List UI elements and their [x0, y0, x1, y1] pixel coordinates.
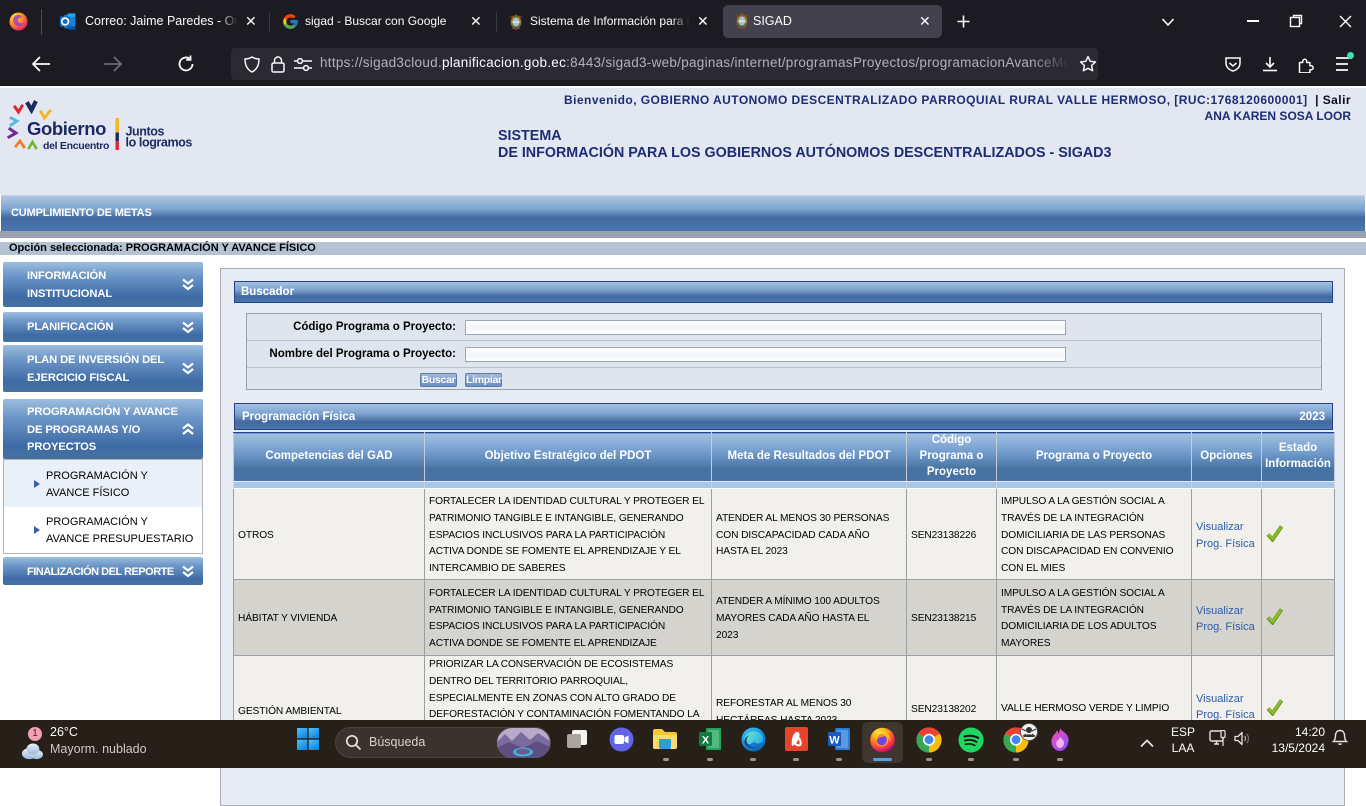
- svg-text:Gobierno: Gobierno: [27, 118, 106, 139]
- svg-text:lo logramos: lo logramos: [126, 136, 193, 150]
- svg-text:del Encuentro: del Encuentro: [43, 140, 109, 152]
- svg-text:W: W: [829, 735, 840, 747]
- svg-text:X: X: [702, 735, 710, 747]
